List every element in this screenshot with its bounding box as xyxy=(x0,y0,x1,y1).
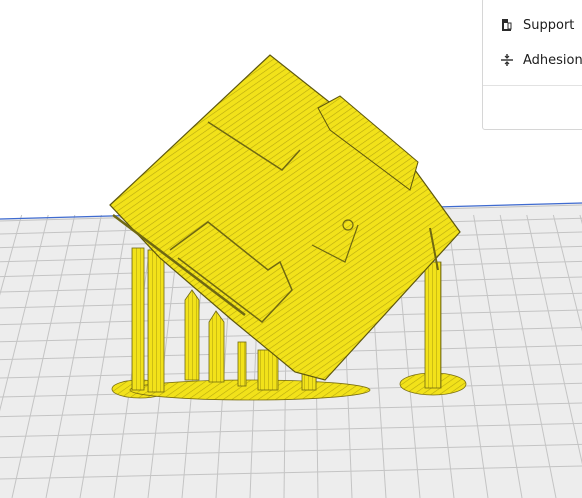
adhesion-setting[interactable]: Adhesion xyxy=(499,49,582,71)
support-setting[interactable]: Support xyxy=(499,14,574,36)
support-icon xyxy=(499,17,515,33)
adhesion-icon xyxy=(499,52,515,68)
panel-divider xyxy=(483,85,582,86)
print-settings-panel: Support Adhesion xyxy=(482,0,582,130)
support-label: Support xyxy=(523,17,575,33)
adhesion-label: Adhesion xyxy=(523,52,582,68)
